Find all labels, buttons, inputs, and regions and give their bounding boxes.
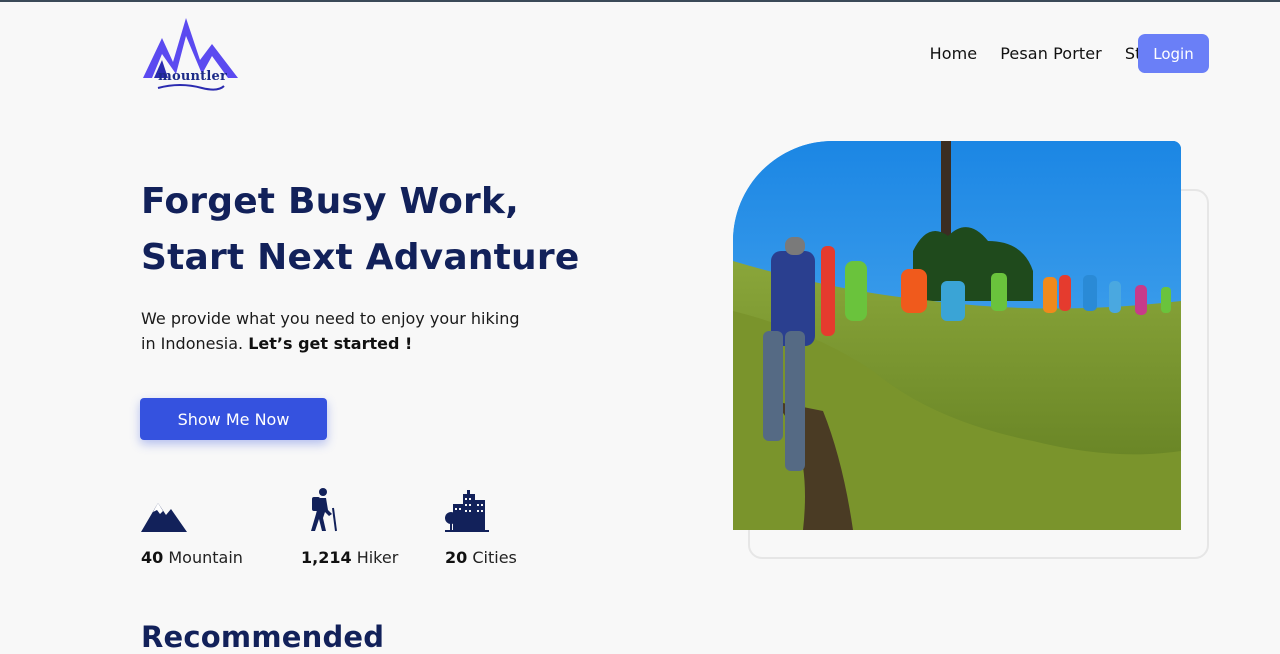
hero-description: We provide what you need to enjoy your h… xyxy=(141,306,521,356)
stat-hiker: 1,214 Hiker xyxy=(301,488,398,567)
show-me-now-button[interactable]: Show Me Now xyxy=(140,398,327,440)
stat-hiker-value: 1,214 xyxy=(301,548,352,567)
city-icon xyxy=(445,490,489,532)
stat-hiker-label: Hiker xyxy=(356,548,399,567)
hero-title-line1: Forget Busy Work, xyxy=(141,181,519,222)
login-button[interactable]: Login xyxy=(1138,34,1209,73)
hikers-on-trail-image xyxy=(733,141,1181,530)
brand-name: mountler xyxy=(158,69,227,84)
stat-cities-value: 20 xyxy=(445,548,468,567)
stat-mountain-label: Mountain xyxy=(168,548,243,567)
hero-title: Forget Busy Work, Start Next Advanture xyxy=(141,174,579,286)
stat-mountain: 40 Mountain xyxy=(141,488,243,567)
nav-home[interactable]: Home xyxy=(930,44,978,63)
stat-cities: 20 Cities xyxy=(445,488,517,567)
hero-hiking-photo xyxy=(733,141,1181,530)
nav-pesan-porter[interactable]: Pesan Porter xyxy=(1000,44,1102,63)
stat-mountain-value: 40 xyxy=(141,548,164,567)
stat-cities-label: Cities xyxy=(472,548,517,567)
hiker-icon xyxy=(311,488,337,532)
mountain-icon xyxy=(141,503,187,532)
brand-logo[interactable]: mountler xyxy=(140,16,240,94)
recommended-section-title: Recommended xyxy=(141,620,385,654)
hero-description-bold: Let’s get started ! xyxy=(248,334,413,353)
hero-title-line2: Start Next Advanture xyxy=(141,237,580,278)
